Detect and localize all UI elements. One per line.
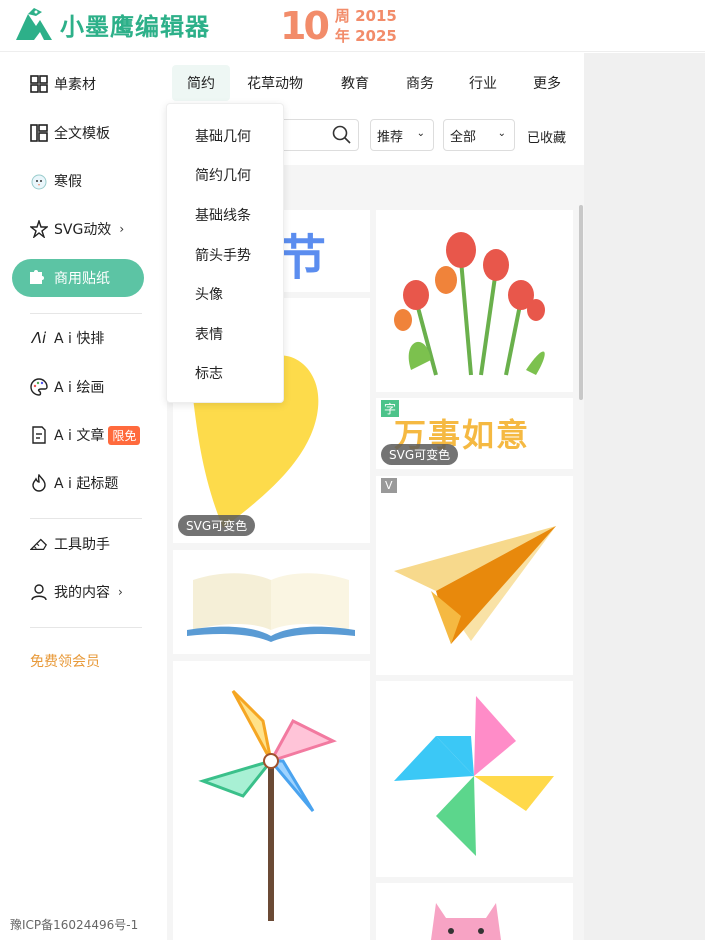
sticker-card-pinwheel-flat[interactable] <box>376 681 573 877</box>
sort-select[interactable]: 推荐 ⌄ <box>370 119 434 151</box>
scope-select-value: 全部 <box>450 129 477 145</box>
tab-minimal[interactable]: 简约 <box>172 65 230 101</box>
sticker-card-book[interactable] <box>173 550 370 654</box>
sidebar-divider <box>30 313 142 314</box>
dropdown-item-logo[interactable]: 标志 <box>195 363 223 383</box>
eagle-logo-icon <box>16 8 52 40</box>
chevron-right-icon: › <box>119 222 125 236</box>
svg-color-tag: SVG可变色 <box>178 515 256 536</box>
sidebar: 单素材 全文模板 寒假 SVG动效 › 商用贴纸 Λi A i 快排 A i 绘… <box>0 53 167 940</box>
svg-color-tag: SVG可变色 <box>381 444 459 465</box>
sidebar-item-label: A i 绘画 <box>54 380 105 396</box>
sidebar-item-commercial-stickers[interactable]: 商用贴纸 <box>12 259 144 297</box>
search-icon <box>332 125 351 144</box>
logo[interactable]: 小墨鹰编辑器 <box>14 6 210 42</box>
anniversary-line-2: 年 2025 <box>334 27 397 45</box>
grid-icon <box>30 75 48 93</box>
sidebar-item-label: A i 文章 <box>54 428 105 444</box>
sidebar-item-label: 我的内容 <box>54 585 110 601</box>
sidebar-item-single-material[interactable]: 单素材 <box>30 72 96 96</box>
pinwheel-image <box>198 689 337 921</box>
sidebar-item-label: SVG动效 <box>54 222 112 238</box>
tab-business[interactable]: 商务 <box>406 65 434 101</box>
sidebar-item-ai-article[interactable]: A i 文章 限免 <box>30 423 141 447</box>
tab-dropdown-menu: 基础几何 简约几何 基础线条 箭头手势 头像 表情 标志 <box>166 103 284 403</box>
palette-icon <box>30 378 48 396</box>
scrollbar[interactable] <box>579 205 583 400</box>
tab-industry[interactable]: 行业 <box>469 65 497 101</box>
sticker-card-tulips[interactable] <box>376 210 573 392</box>
flat-pinwheel-image <box>394 696 554 856</box>
anniversary-line-1: 周 2015 <box>334 7 397 25</box>
free-member-link[interactable]: 免费领会员 <box>30 651 100 671</box>
sticker-card-cat[interactable] <box>376 883 573 940</box>
tulip-bouquet-image <box>394 232 545 376</box>
flame-icon <box>30 474 48 492</box>
dropdown-item-basic-lines[interactable]: 基础线条 <box>195 205 251 225</box>
right-panel <box>584 53 705 940</box>
sidebar-item-ai-title[interactable]: A i 起标题 <box>30 471 118 495</box>
sidebar-divider <box>30 518 142 519</box>
template-icon <box>30 124 48 142</box>
chevron-down-icon: ⌄ <box>416 128 425 139</box>
cat-image <box>431 903 501 940</box>
anniversary-badge: 10 周 2015 年 2025 <box>280 4 397 48</box>
sidebar-item-ai-painting[interactable]: A i 绘画 <box>30 375 104 399</box>
open-book-image <box>187 573 355 642</box>
puzzle-icon <box>28 267 46 289</box>
logo-text: 小墨鹰编辑器 <box>60 12 210 41</box>
tab-more[interactable]: 更多 <box>533 65 561 101</box>
dropdown-item-minimal-geometry[interactable]: 简约几何 <box>195 165 251 185</box>
dropdown-item-emoji[interactable]: 表情 <box>195 324 223 344</box>
tab-education[interactable]: 教育 <box>341 65 369 101</box>
sidebar-item-label: 商用贴纸 <box>54 271 110 287</box>
sort-select-value: 推荐 <box>377 129 404 145</box>
snowman-icon <box>30 172 48 190</box>
text-tag: 字 <box>381 400 400 417</box>
sidebar-item-label: A i 快排 <box>54 331 105 347</box>
sticker-card-pinwheel[interactable] <box>173 661 370 940</box>
sidebar-item-svg-effects[interactable]: SVG动效 › <box>30 217 124 241</box>
scope-select[interactable]: 全部 ⌄ <box>443 119 515 151</box>
sidebar-item-label: 寒假 <box>54 174 82 190</box>
sidebar-item-label: A i 起标题 <box>54 476 119 492</box>
sidebar-item-my-content[interactable]: 我的内容 › <box>30 580 123 604</box>
tools-icon <box>30 535 48 553</box>
chevron-right-icon: › <box>118 585 123 599</box>
sidebar-item-label: 单素材 <box>54 77 96 93</box>
tab-flowers-animals[interactable]: 花草动物 <box>247 65 303 101</box>
top-header: 小墨鹰编辑器 10 周 2015 年 2025 <box>0 0 705 52</box>
sidebar-item-templates[interactable]: 全文模板 <box>30 121 110 145</box>
user-icon <box>30 583 48 601</box>
paper-plane-image <box>394 526 556 644</box>
sticker-card-paper-plane[interactable]: V <box>376 476 573 675</box>
sidebar-item-ai-layout[interactable]: Λi A i 快排 <box>30 326 105 350</box>
document-icon <box>30 426 48 444</box>
dropdown-item-arrows-gestures[interactable]: 箭头手势 <box>195 245 251 265</box>
sidebar-item-tools[interactable]: 工具助手 <box>30 532 110 556</box>
chevron-down-icon: ⌄ <box>497 128 506 139</box>
star-icon <box>30 220 48 238</box>
free-badge: 限免 <box>108 425 141 445</box>
sidebar-item-label: 工具助手 <box>54 537 110 553</box>
anniversary-number: 10 <box>280 4 330 48</box>
festival-text: 节 <box>278 230 327 286</box>
favorites-filter[interactable]: 已收藏 <box>527 127 566 146</box>
dropdown-item-basic-geometry[interactable]: 基础几何 <box>195 126 251 146</box>
sidebar-item-label: 全文模板 <box>54 126 110 142</box>
sidebar-item-winter-break[interactable]: 寒假 <box>30 169 82 193</box>
icp-text[interactable]: 豫ICP备16024496号-1 <box>10 916 138 933</box>
dropdown-item-avatar[interactable]: 头像 <box>195 284 223 304</box>
sticker-card-wanshi[interactable]: 万事如意 字 SVG可变色 <box>376 398 573 469</box>
sidebar-divider <box>30 627 142 628</box>
ai-icon: Λi <box>31 329 47 347</box>
vector-tag: V <box>381 478 397 493</box>
